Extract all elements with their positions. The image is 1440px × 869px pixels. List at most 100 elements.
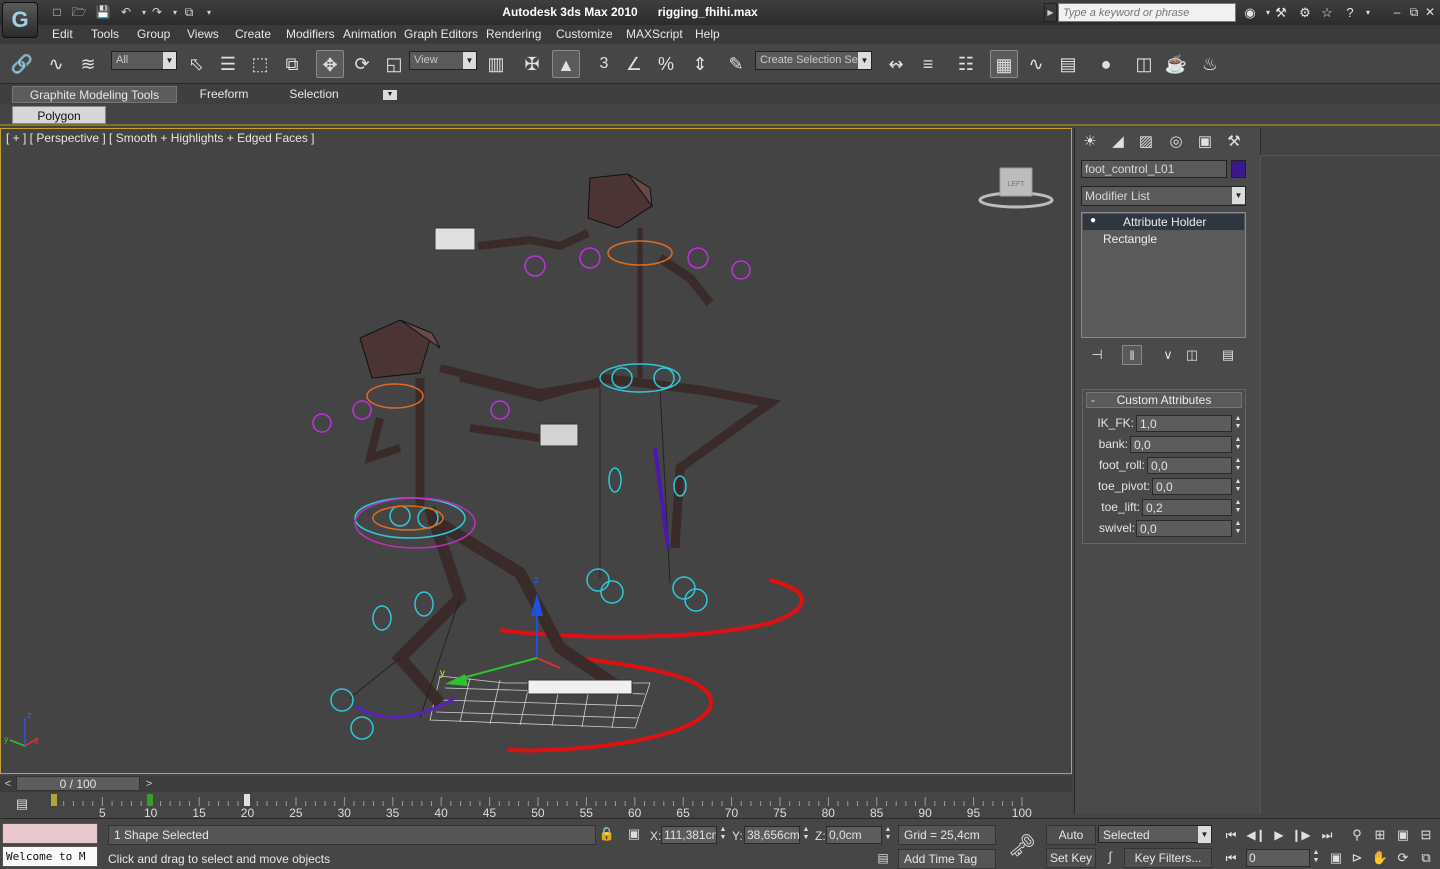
orbit-icon[interactable]: ⟳: [1392, 848, 1414, 868]
layer-manager-icon[interactable]: ☷: [952, 50, 980, 78]
tab-freeform[interactable]: Freeform: [182, 86, 266, 103]
menu-rendering[interactable]: Rendering: [486, 27, 541, 41]
play-icon[interactable]: ▶: [1268, 826, 1290, 844]
ribbon-options-dropdown-icon[interactable]: ▼: [383, 90, 397, 100]
zoom-icon[interactable]: ⚲: [1346, 825, 1368, 845]
pin-stack-icon[interactable]: ⊣: [1087, 345, 1107, 365]
default-tangent-icon[interactable]: ∫: [1100, 849, 1120, 867]
absolute-mode-transform-icon[interactable]: ▣: [625, 826, 643, 844]
select-object-icon[interactable]: ⬁: [182, 50, 210, 78]
create-icon[interactable]: ☀: [1077, 130, 1103, 154]
window-crossing-icon[interactable]: ⧉: [278, 50, 306, 78]
previous-frame-icon[interactable]: ◀❙: [1245, 826, 1267, 844]
make-unique-icon[interactable]: ∨: [1158, 345, 1178, 365]
foot-roll-field[interactable]: 0,0: [1147, 457, 1232, 474]
pan-view-icon[interactable]: ✋: [1369, 848, 1391, 868]
toe-pivot-field[interactable]: 0,0: [1152, 478, 1232, 495]
field-of-view-icon[interactable]: ⊳: [1346, 848, 1368, 868]
menu-maxscript[interactable]: MAXScript: [626, 27, 683, 41]
spinner-arrows-icon[interactable]: ▲ ▼: [801, 826, 811, 843]
go-to-start-icon[interactable]: ⏮: [1220, 826, 1242, 844]
set-key-button[interactable]: Set Key: [1046, 848, 1096, 868]
modify-icon[interactable]: ◢: [1105, 130, 1131, 154]
zoom-extents-icon[interactable]: ▣: [1392, 825, 1414, 845]
auto-key-button[interactable]: Auto Key: [1046, 825, 1096, 860]
maxscript-mini-listener-output[interactable]: [2, 823, 98, 844]
toe-lift-field[interactable]: 0,2: [1142, 499, 1232, 516]
utilities-icon[interactable]: ⚒: [1221, 130, 1247, 154]
key-mode-toggle-icon[interactable]: ⏮: [1220, 849, 1242, 867]
binoculars-icon[interactable]: ◉: [1240, 4, 1260, 21]
time-slider-prev-button[interactable]: <: [2, 777, 14, 791]
spinner-arrows-icon[interactable]: ▲ ▼: [1311, 849, 1321, 866]
project-folder-icon[interactable]: ⧉: [180, 4, 198, 21]
spinner-arrows-icon[interactable]: ▲ ▼: [718, 826, 728, 843]
angle-snap-icon[interactable]: ∠: [620, 50, 648, 78]
percent-snap-icon[interactable]: %: [652, 50, 680, 78]
time-slider-thumb[interactable]: 0 / 100: [16, 776, 140, 791]
select-and-scale-icon[interactable]: ◱: [380, 50, 408, 78]
undo-icon[interactable]: ↶: [117, 4, 135, 21]
current-frame-field[interactable]: 0: [1246, 849, 1310, 867]
hierarchy-icon[interactable]: ▨: [1133, 130, 1159, 154]
spinner-arrows-icon[interactable]: ▲ ▼: [883, 826, 893, 843]
help-icon[interactable]: ?: [1340, 4, 1360, 21]
x-coord-field[interactable]: 111,381cm: [661, 826, 717, 844]
tab-selection[interactable]: Selection: [274, 86, 354, 103]
time-tag-icon[interactable]: ▤: [874, 851, 892, 869]
redo-icon[interactable]: ↷: [148, 4, 166, 21]
application-logo-button[interactable]: G: [2, 2, 38, 38]
key-filters-button[interactable]: Key Filters...: [1124, 848, 1212, 868]
help-dropdown-icon[interactable]: ▾: [1358, 4, 1378, 21]
selection-lock-icon[interactable]: 🔒: [598, 826, 616, 844]
align-icon[interactable]: ≡: [914, 50, 942, 78]
menu-help[interactable]: Help: [695, 27, 720, 41]
foot-control-curves[interactable]: [499, 578, 804, 753]
swivel-field[interactable]: 0,0: [1136, 520, 1232, 537]
graphite-modeling-toggle-icon[interactable]: ▦: [990, 50, 1018, 78]
zoom-extents-all-icon[interactable]: ⊟: [1415, 825, 1437, 845]
lightbulb-icon[interactable]: ●: [1090, 215, 1102, 229]
menu-group[interactable]: Group: [137, 27, 170, 41]
remove-modifier-icon[interactable]: ◫: [1182, 345, 1202, 365]
display-icon[interactable]: ▣: [1192, 130, 1218, 154]
go-to-end-icon[interactable]: ⏭: [1316, 826, 1338, 844]
select-and-move-icon[interactable]: ✥: [316, 50, 344, 78]
bank-field[interactable]: 0,0: [1130, 436, 1232, 453]
viewcube-icon[interactable]: LEFT: [978, 167, 1054, 209]
time-configuration-icon[interactable]: ▣: [1325, 848, 1347, 868]
ik-helper-circles[interactable]: [312, 240, 751, 740]
menu-customize[interactable]: Customize: [556, 27, 613, 41]
y-coord-field[interactable]: 38,656cm: [744, 826, 800, 844]
favorites-star-icon[interactable]: ☆: [1317, 4, 1337, 21]
spinner-snap-icon[interactable]: ⇕: [686, 50, 714, 78]
rectangular-selection-icon[interactable]: ⬚: [246, 50, 274, 78]
rollout-title[interactable]: - Custom Attributes: [1086, 392, 1242, 408]
menu-edit[interactable]: Edit: [52, 27, 73, 41]
curve-editor-icon[interactable]: ∿: [1022, 50, 1050, 78]
minimize-icon[interactable]: –: [1388, 4, 1406, 21]
object-color-swatch[interactable]: [1231, 160, 1246, 178]
subscription-center-icon[interactable]: ⚙: [1295, 4, 1315, 21]
menu-animation[interactable]: Animation: [343, 27, 396, 41]
search-expand-icon[interactable]: ▶: [1044, 3, 1057, 22]
spinner-arrows-icon[interactable]: ▲ ▼: [1233, 478, 1243, 495]
mirror-icon[interactable]: ↭: [882, 50, 910, 78]
communication-center-icon[interactable]: ⚒: [1271, 4, 1291, 21]
pivot-center-icon[interactable]: ▥: [482, 50, 510, 78]
spinner-arrows-icon[interactable]: ▲ ▼: [1233, 457, 1243, 474]
next-frame-icon[interactable]: ❙▶: [1290, 826, 1312, 844]
open-mini-curve-editor-icon[interactable]: ▤: [12, 796, 32, 814]
motion-icon[interactable]: ◎: [1163, 130, 1189, 154]
save-file-icon[interactable]: 💾: [94, 4, 112, 21]
select-and-manipulate-icon[interactable]: ✠: [518, 50, 546, 78]
selection-filter-dropdown[interactable]: All ▼: [111, 51, 177, 70]
polygon-modeling-button[interactable]: Polygon Modeling: [12, 106, 106, 141]
viewport-scene[interactable]: LEFT z y z y x: [0, 128, 1072, 774]
render-production-icon[interactable]: ♨: [1196, 50, 1224, 78]
named-selection-sets-dropdown[interactable]: Create Selection Se ▼: [755, 51, 872, 70]
open-file-icon[interactable]: 🗁: [70, 4, 88, 21]
spinner-arrows-icon[interactable]: ▲ ▼: [1233, 520, 1243, 537]
menu-views[interactable]: Views: [187, 27, 219, 41]
keyboard-shortcut-override-icon[interactable]: ▲: [552, 50, 580, 78]
